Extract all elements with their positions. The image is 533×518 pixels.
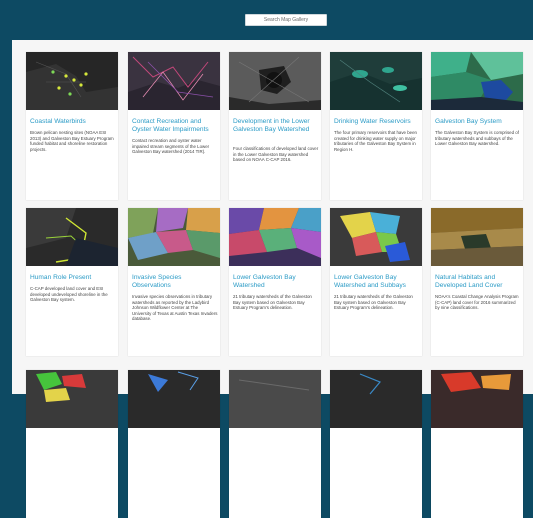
gallery-card[interactable]: Contact Recreation and Oyster Water Impa… <box>128 52 220 200</box>
card-title[interactable]: Coastal Waterbirds <box>30 118 116 126</box>
row3-thumbnail-5[interactable] <box>431 370 523 428</box>
card-title[interactable]: Invasive Species Observations <box>132 274 218 290</box>
watershed-and-subbays-map-thumbnail[interactable] <box>330 208 422 266</box>
row3-thumbnail-4[interactable] <box>330 370 422 428</box>
row3-thumbnail-1[interactable] <box>26 370 118 428</box>
galveston-bay-system-map-thumbnail[interactable] <box>431 52 523 110</box>
card-description: The Galveston Bay System is comprised of… <box>435 130 519 147</box>
gallery-card[interactable]: Development in the Lower Galveston Bay W… <box>229 52 321 200</box>
card-description: Contact recreation and oyster water impa… <box>132 138 210 155</box>
coastal-waterbirds-map-thumbnail[interactable] <box>26 52 118 110</box>
card-description: The four primary reservoirs that have be… <box>334 130 417 152</box>
header-bar <box>0 0 533 40</box>
card-title[interactable]: Development in the Lower Galveston Bay W… <box>233 118 319 134</box>
gallery-card[interactable]: Coastal Waterbirds Brown pelican nesting… <box>26 52 118 200</box>
gallery-card[interactable]: Lower Galveston Bay Watershed 21 tributa… <box>229 208 321 356</box>
gallery-card[interactable]: Natural Habitats and Developed Land Cove… <box>431 208 523 356</box>
card-description: 21 tributary watersheds of the Galveston… <box>334 294 413 311</box>
gallery-card[interactable]: Drinking Water Reservoirs The four prima… <box>330 52 422 200</box>
lower-galveston-bay-watershed-map-thumbnail[interactable] <box>229 208 321 266</box>
gallery-card[interactable]: Human Role Present C-CAP developed land … <box>26 208 118 356</box>
gallery-card[interactable]: Invasive Species Observations Invasive s… <box>128 208 220 356</box>
card-title[interactable]: Lower Galveston Bay Watershed <box>233 274 319 290</box>
gallery-card[interactable] <box>229 370 321 518</box>
human-role-present-map-thumbnail[interactable] <box>26 208 118 266</box>
gallery-card[interactable]: Galveston Bay System The Galveston Bay S… <box>431 52 523 200</box>
development-map-thumbnail[interactable] <box>229 52 321 110</box>
gallery-card[interactable]: Lower Galveston Bay Watershed and Subbay… <box>330 208 422 356</box>
row3-thumbnail-2[interactable] <box>128 370 220 428</box>
card-description: 21 tributary watersheds of the Galveston… <box>233 294 312 311</box>
card-title[interactable]: Natural Habitats and Developed Land Cove… <box>435 274 521 290</box>
gallery-card[interactable] <box>431 370 523 518</box>
natural-habitats-map-thumbnail[interactable] <box>431 208 523 266</box>
invasive-species-map-thumbnail[interactable] <box>128 208 220 266</box>
card-description: Four classifications of developed land c… <box>233 146 319 163</box>
drinking-water-reservoirs-map-thumbnail[interactable] <box>330 52 422 110</box>
card-description: C-CAP developed land cover and ESI devel… <box>30 286 108 303</box>
gallery-card[interactable] <box>330 370 422 518</box>
card-description: Brown pelican nesting sites (NOAA ESI 20… <box>30 130 114 152</box>
row3-thumbnail-3[interactable] <box>229 370 321 428</box>
map-gallery-panel: Coastal Waterbirds Brown pelican nesting… <box>12 40 533 518</box>
card-title[interactable]: Drinking Water Reservoirs <box>334 118 420 126</box>
card-title[interactable]: Lower Galveston Bay Watershed and Subbay… <box>334 274 420 290</box>
card-title[interactable]: Contact Recreation and Oyster Water Impa… <box>132 118 218 134</box>
card-title[interactable]: Galveston Bay System <box>435 118 521 126</box>
contact-recreation-map-thumbnail[interactable] <box>128 52 220 110</box>
card-description: NOAA's Coastal Change Analysis Program (… <box>435 294 519 311</box>
gallery-card[interactable] <box>128 370 220 518</box>
search-map-gallery-input[interactable] <box>245 14 327 26</box>
card-title[interactable]: Human Role Present <box>30 274 116 282</box>
card-description: Invasive species observations in tributa… <box>132 294 218 322</box>
gallery-card[interactable] <box>26 370 118 518</box>
